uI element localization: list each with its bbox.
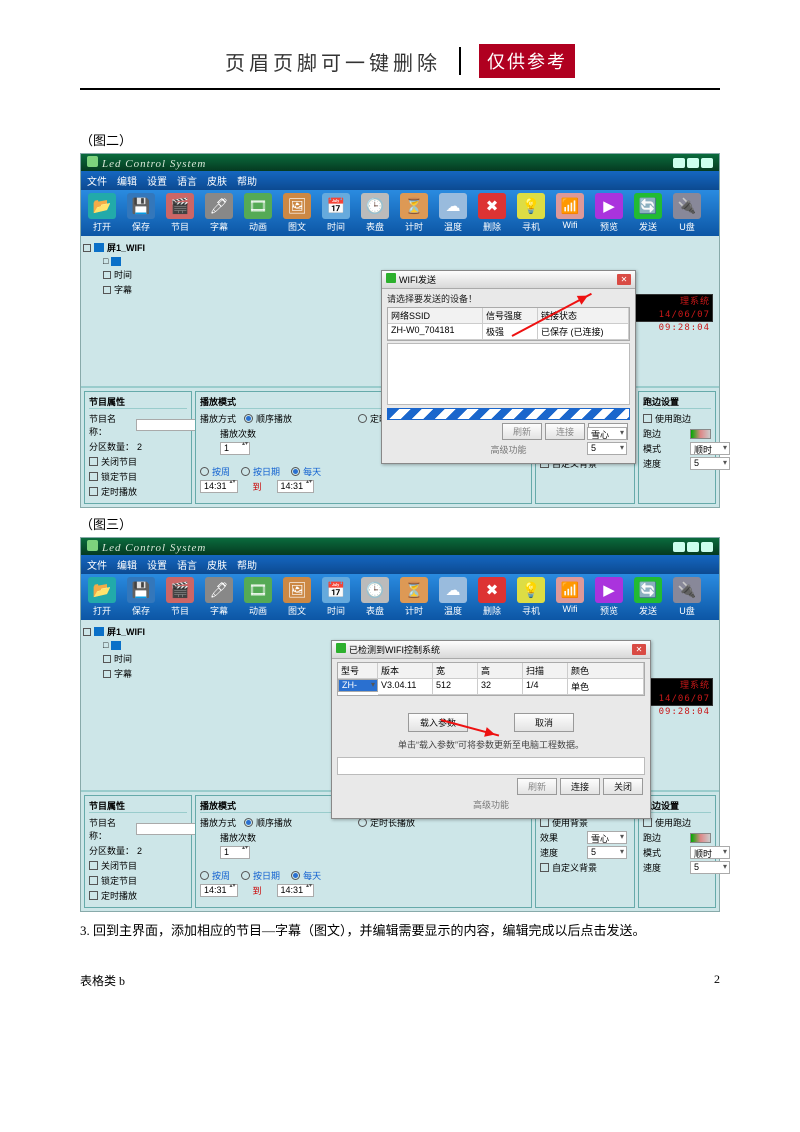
tree-panel: 屏1_WIFI □ 时间 字幕	[81, 236, 191, 386]
menu-edit[interactable]: 编辑	[117, 173, 137, 188]
toolbar-节目[interactable]: 🎬节目	[161, 193, 199, 233]
panel-run: 跑边设置 使用跑边 跑边 模式顺时针 速度5	[638, 391, 716, 504]
footer-page: 2	[714, 972, 720, 989]
led-preview: 理系统 14/06/0709:28:04	[628, 294, 713, 322]
close-icon[interactable]: ✕	[632, 644, 646, 655]
canvas: 理系统 14/06/0709:28:04 已检测到WIFI控制系统 ✕ 型号 版…	[191, 620, 719, 790]
toolbar-时间[interactable]: 📅时间	[317, 193, 355, 233]
figure-2-caption: （图二）	[80, 130, 720, 149]
toolbar-Wifi[interactable]: 📶Wifi	[551, 577, 589, 617]
toolbar-U盘[interactable]: 🔌U盘	[668, 193, 706, 233]
header-title: 页眉页脚可一键删除	[225, 47, 441, 76]
tree-subtitle[interactable]: 字幕	[83, 282, 189, 297]
toolbar: 📂打开💾保存🎬节目🖊字幕🎞动画🖼图文📅时间🕒表盘⏳计时☁温度✖删除💡寻机📶Wif…	[81, 190, 719, 236]
cancel-button[interactable]: 取消	[514, 713, 574, 732]
dialog-note: 单击“载入参数”可将参数更新至电脑工程数据。	[337, 738, 645, 751]
app-name: Led Control System	[102, 158, 206, 170]
page-header: 页眉页脚可一键删除 仅供参考	[80, 30, 720, 90]
menu-language[interactable]: 语言	[177, 173, 197, 188]
toolbar: 📂打开💾保存🎬节目🖊字幕🎞动画🖼图文📅时间🕒表盘⏳计时☁温度✖删除💡寻机📶Wif…	[81, 574, 719, 620]
toolbar-时间[interactable]: 📅时间	[317, 577, 355, 617]
toolbar-打开[interactable]: 📂打开	[83, 193, 121, 233]
toolbar-温度[interactable]: ☁温度	[434, 577, 472, 617]
toolbar-表盘[interactable]: 🕒表盘	[356, 193, 394, 233]
menu-skin[interactable]: 皮肤	[207, 173, 227, 188]
footer-left: 表格类 b	[80, 972, 125, 989]
app-titlebar: Led Control System	[81, 538, 719, 555]
progress-bar	[387, 408, 630, 420]
toolbar-计时[interactable]: ⏳计时	[395, 193, 433, 233]
refresh-button[interactable]: 刷新	[502, 423, 542, 440]
toolbar-寻机[interactable]: 💡寻机	[512, 193, 550, 233]
toolbar-预览[interactable]: ▶预览	[590, 577, 628, 617]
detect-icon	[336, 643, 346, 653]
dialog-hint: 请选择要发送的设备！	[387, 292, 630, 305]
connect-button[interactable]: 连接	[545, 423, 585, 440]
close-icon[interactable]: ✕	[617, 274, 631, 285]
toolbar-删除[interactable]: ✖删除	[473, 193, 511, 233]
toolbar-U盘[interactable]: 🔌U盘	[668, 577, 706, 617]
toolbar-计时[interactable]: ⏳计时	[395, 577, 433, 617]
toolbar-表盘[interactable]: 🕒表盘	[356, 577, 394, 617]
screenshot-fig2: Led Control System 文件 编辑 设置 语言 皮肤 帮助 📂打开…	[80, 153, 720, 508]
workspace: 屏1_WIFI □ 时间 字幕 理系统 14/06/0709:28:04 已检测…	[81, 620, 719, 790]
panel-attr: 节目属性 节目名称： 分区数量：2 关闭节目 锁定节目 定时播放	[84, 795, 192, 908]
toolbar-图文[interactable]: 🖼图文	[278, 193, 316, 233]
menu-help[interactable]: 帮助	[237, 173, 257, 188]
toolbar-字幕[interactable]: 🖊字幕	[200, 193, 238, 233]
toolbar-保存[interactable]: 💾保存	[122, 193, 160, 233]
app-logo-icon	[87, 156, 98, 167]
toolbar-删除[interactable]: ✖删除	[473, 577, 511, 617]
dialog-title: WIFI发送	[399, 275, 436, 285]
tree-root[interactable]: 屏1_WIFI	[83, 240, 189, 255]
menu-settings[interactable]: 设置	[147, 173, 167, 188]
toolbar-动画[interactable]: 🎞动画	[239, 193, 277, 233]
toolbar-打开[interactable]: 📂打开	[83, 577, 121, 617]
header-stamp: 仅供参考	[479, 44, 575, 78]
window-buttons[interactable]	[673, 542, 713, 552]
toolbar-Wifi[interactable]: 📶Wifi	[551, 193, 589, 233]
menubar[interactable]: 文件编辑设置语言皮肤帮助	[81, 555, 719, 574]
program-name-input[interactable]	[136, 823, 196, 835]
wifi-icon	[386, 273, 396, 283]
menu-file[interactable]: 文件	[87, 173, 107, 188]
app-titlebar: Led Control System	[81, 154, 719, 171]
app-logo-icon	[87, 540, 98, 551]
menubar[interactable]: 文件 编辑 设置 语言 皮肤 帮助	[81, 171, 719, 190]
workspace: 屏1_WIFI □ 时间 字幕 理系统 14/06/0709:28:04 WIF…	[81, 236, 719, 386]
dialog-title: 已检测到WIFI控制系统	[349, 645, 440, 655]
panel-attr: 节目属性 节目名称： 分区数量：2 关闭节目 锁定节目 定时播放	[84, 391, 192, 504]
canvas: 理系统 14/06/0709:28:04 WIFI发送 ✕ 请选择要发送的设备！…	[191, 236, 719, 386]
window-buttons[interactable]	[673, 158, 713, 168]
toolbar-发送[interactable]: 🔄发送	[629, 577, 667, 617]
load-params-button[interactable]: 载入参数	[408, 713, 468, 732]
figure-3-caption: （图三）	[80, 514, 720, 533]
toolbar-图文[interactable]: 🖼图文	[278, 577, 316, 617]
toolbar-动画[interactable]: 🎞动画	[239, 577, 277, 617]
toolbar-节目[interactable]: 🎬节目	[161, 577, 199, 617]
tree-time[interactable]: 时间	[83, 267, 189, 282]
screenshot-fig3: Led Control System 文件编辑设置语言皮肤帮助 📂打开💾保存🎬节…	[80, 537, 720, 912]
toolbar-温度[interactable]: ☁温度	[434, 193, 472, 233]
header-divider	[459, 47, 461, 75]
detect-grid[interactable]: 型号 版本 宽 高 扫描 颜色 ZH-W0 V3.04.11 512	[337, 662, 645, 696]
toolbar-发送[interactable]: 🔄发送	[629, 193, 667, 233]
device-grid[interactable]: 网络SSID 信号强度 链接状态 ZH-W0_704181 极强 已保存 (已连…	[387, 307, 630, 341]
program-name-input[interactable]	[136, 419, 196, 431]
toolbar-字幕[interactable]: 🖊字幕	[200, 577, 238, 617]
detect-dialog: 已检测到WIFI控制系统 ✕ 型号 版本 宽 高 扫描 颜色	[331, 640, 651, 819]
toolbar-保存[interactable]: 💾保存	[122, 577, 160, 617]
toolbar-寻机[interactable]: 💡寻机	[512, 577, 550, 617]
page-footer: 表格类 b 2	[80, 972, 720, 989]
instruction-text: 3. 回到主界面，添加相应的节目—字幕（图文），并编辑需要显示的内容，编辑完成以…	[80, 920, 720, 942]
tree-panel: 屏1_WIFI □ 时间 字幕	[81, 620, 191, 790]
toolbar-预览[interactable]: ▶预览	[590, 193, 628, 233]
tree-node[interactable]: □	[83, 255, 189, 267]
